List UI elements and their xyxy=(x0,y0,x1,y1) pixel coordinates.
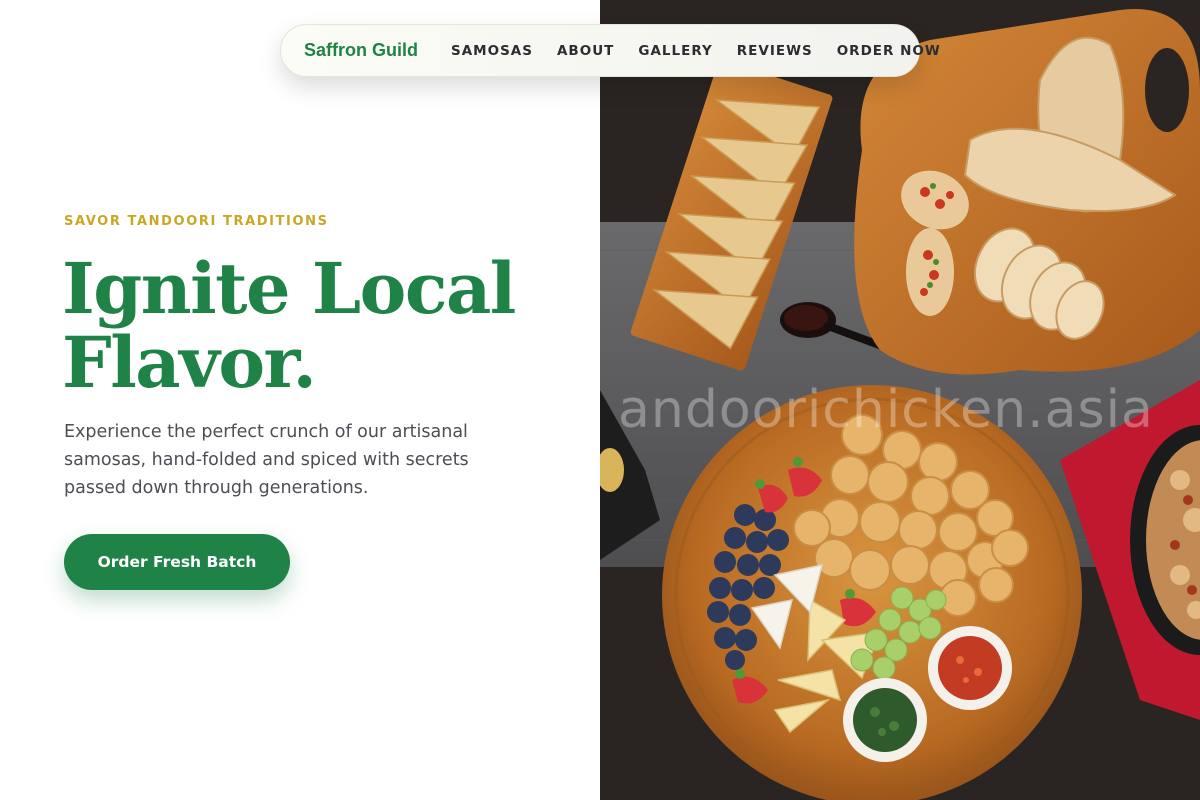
hero-description: Experience the perfect crunch of our art… xyxy=(64,422,469,498)
order-fresh-batch-button[interactable]: Order Fresh Batch xyxy=(64,534,290,590)
brand-logo[interactable]: Saffron Guild xyxy=(304,40,418,61)
nav-link-gallery[interactable]: GALLERY xyxy=(638,43,712,59)
nav-links: SAMOSAS ABOUT GALLERY REVIEWS ORDER NOW xyxy=(451,43,941,59)
image-watermark: andoorichicken.asia xyxy=(618,380,1154,440)
hero-title-line-1: Ignite Local xyxy=(62,247,516,330)
nav-link-order-now[interactable]: ORDER NOW xyxy=(837,43,941,59)
hero-title-line-2: Flavor. xyxy=(62,321,317,404)
hero-title: Ignite Local Flavor. xyxy=(62,252,582,400)
top-navbar: Saffron Guild SAMOSAS ABOUT GALLERY REVI… xyxy=(280,24,940,77)
nav-link-samosas[interactable]: SAMOSAS xyxy=(451,43,533,59)
hero-food-image: andoorichicken.asia xyxy=(600,0,1200,800)
hero-eyebrow: SAVOR TANDOORI TRADITIONS xyxy=(64,214,329,229)
nav-link-about[interactable]: ABOUT xyxy=(557,43,614,59)
nav-link-reviews[interactable]: REVIEWS xyxy=(737,43,813,59)
